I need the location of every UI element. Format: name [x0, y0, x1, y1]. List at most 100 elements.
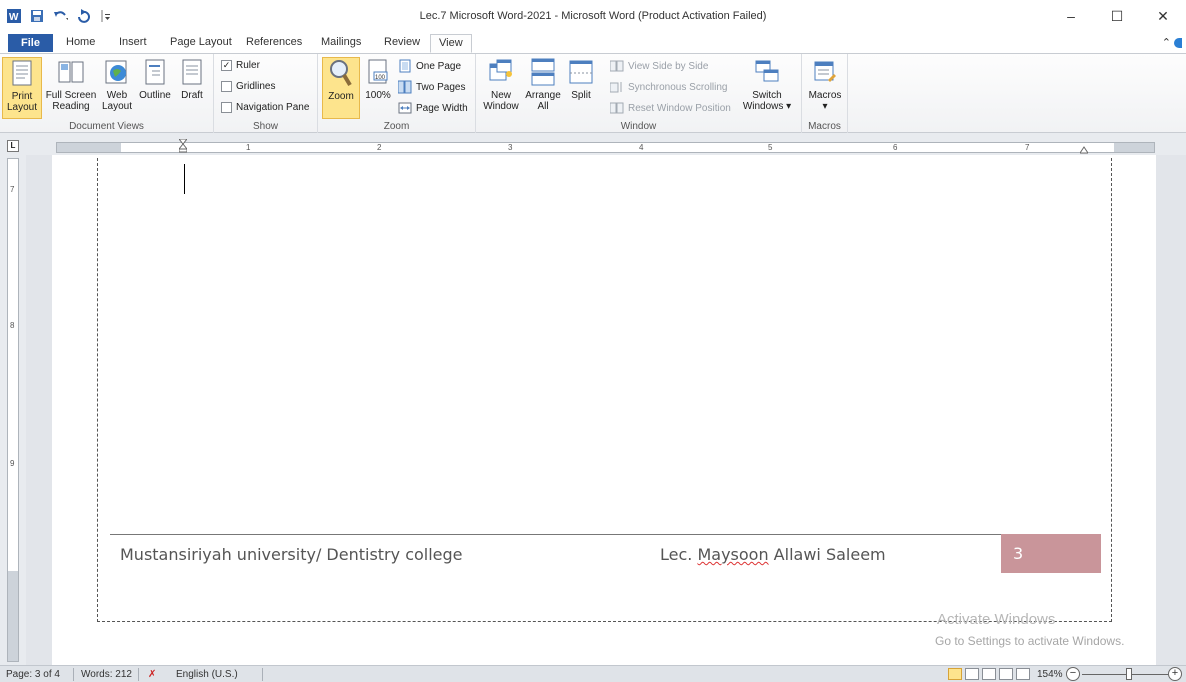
ruler-number: 1	[246, 143, 251, 152]
web-layout-button[interactable]: Web Layout	[99, 57, 135, 112]
word-count-status[interactable]: Words: 212	[81, 669, 132, 680]
zoom-button[interactable]: Zoom	[322, 57, 360, 119]
close-button[interactable]: ✕	[1140, 0, 1186, 32]
macros-icon	[810, 57, 840, 87]
gridlines-checkbox[interactable]: Gridlines	[221, 81, 275, 92]
window-controls: – ☐ ✕	[1048, 0, 1186, 32]
ruler-check-mark: ✓	[221, 60, 232, 71]
proofing-error-icon[interactable]: ✗	[148, 669, 156, 680]
indent-marker-icon[interactable]	[177, 138, 189, 153]
right-indent-icon[interactable]	[1079, 145, 1089, 154]
zoom-100-button[interactable]: 100 100%	[362, 57, 394, 101]
navigation-pane-check-box	[221, 102, 232, 113]
vertical-ruler[interactable]: 7 8 9	[7, 158, 19, 662]
maximize-button[interactable]: ☐	[1094, 0, 1140, 32]
outline-view-icon[interactable]	[999, 668, 1013, 680]
status-separator	[262, 668, 263, 681]
full-screen-view-icon[interactable]	[965, 668, 979, 680]
reset-window-position-button[interactable]: Reset Window Position	[610, 102, 731, 114]
split-label: Split	[571, 90, 591, 101]
ruler-label: Ruler	[236, 60, 260, 71]
web-layout-label-1: Web	[106, 90, 128, 101]
footer-institution-text[interactable]: Mustansiriyah university/ Dentistry coll…	[120, 545, 463, 564]
view-side-by-side-button[interactable]: View Side by Side	[610, 60, 708, 72]
web-layout-view-icon[interactable]	[982, 668, 996, 680]
ruler-number: 3	[508, 143, 513, 152]
footer-lecturer-suffix: Allawi Saleem	[768, 545, 886, 564]
tab-file[interactable]: File	[8, 34, 53, 52]
tab-review[interactable]: Review	[384, 36, 420, 48]
one-page-label: One Page	[416, 60, 462, 72]
text-cursor	[184, 164, 185, 194]
full-screen-reading-button[interactable]: Full Screen Reading	[45, 57, 97, 112]
footer-lecturer-text[interactable]: Lec. Maysoon Allawi Saleem	[660, 545, 886, 564]
outline-icon	[140, 57, 170, 87]
new-window-button[interactable]: New Window	[480, 57, 522, 112]
arrange-all-button[interactable]: Arrange All	[522, 57, 564, 112]
document-views-group-label: Document Views	[69, 121, 144, 132]
switch-windows-label-2: Windows ▾	[742, 101, 792, 112]
tab-references[interactable]: References	[246, 36, 302, 48]
status-separator	[138, 668, 139, 681]
two-pages-button[interactable]: Two Pages	[398, 80, 465, 94]
page-count-status[interactable]: Page: 3 of 4	[6, 669, 60, 680]
print-layout-icon	[7, 58, 37, 88]
print-layout-button[interactable]: Print Layout	[2, 57, 42, 119]
zoom-100-icon: 100	[363, 57, 393, 87]
title-bar: W Lec.7 Microsoft Word-2021 - Microsoft …	[0, 0, 1186, 32]
tab-view[interactable]: View	[430, 34, 472, 53]
group-macros: Macros ▾ Macros	[802, 54, 848, 133]
zoom-level[interactable]: 154%	[1037, 669, 1063, 680]
two-pages-label: Two Pages	[416, 81, 466, 93]
tab-insert[interactable]: Insert	[119, 36, 147, 48]
zoom-slider-thumb[interactable]	[1126, 668, 1132, 680]
view-side-by-side-icon	[610, 60, 624, 72]
arrange-all-icon	[528, 57, 558, 87]
navigation-pane-checkbox[interactable]: Navigation Pane	[221, 102, 309, 113]
show-group-label: Show	[252, 121, 278, 132]
full-screen-label-1: Full Screen	[45, 90, 97, 101]
window-title: Lec.7 Microsoft Word-2021 - Microsoft Wo…	[419, 10, 767, 22]
tab-page-layout[interactable]: Page Layout	[170, 36, 232, 48]
macros-label: Macros	[808, 90, 842, 101]
ribbon-minimize-icon[interactable]: ⌃	[1162, 36, 1182, 49]
page-width-icon	[398, 102, 412, 114]
macros-button[interactable]: Macros ▾	[806, 57, 844, 112]
horizontal-ruler[interactable]: 1 2 3 4 5 6 7	[56, 138, 1155, 154]
status-bar: Page: 3 of 4 Words: 212 ✗ English (U.S.)…	[0, 665, 1186, 682]
switch-windows-label-1: Switch	[752, 90, 782, 101]
zoom-in-icon[interactable]: +	[1168, 667, 1182, 681]
activate-windows-title: Activate Windows	[937, 611, 1056, 628]
draft-view-icon[interactable]	[1016, 668, 1030, 680]
minimize-button[interactable]: –	[1048, 0, 1094, 32]
vertical-ruler-number: 7	[10, 185, 15, 194]
one-page-button[interactable]: One Page	[398, 59, 461, 73]
switch-windows-button[interactable]: Switch Windows ▾	[742, 57, 792, 112]
print-layout-view-icon[interactable]	[948, 668, 962, 680]
ruler-checkbox[interactable]: ✓ Ruler	[221, 60, 260, 71]
tab-mailings[interactable]: Mailings	[321, 36, 361, 48]
group-document-views: Print Layout Full Screen Reading Web Lay…	[0, 54, 214, 133]
activate-windows-subtitle: Go to Settings to activate Windows.	[935, 634, 1125, 648]
reset-window-icon	[610, 102, 624, 114]
arrange-all-label-2: All	[537, 101, 549, 112]
switch-windows-icon	[752, 57, 782, 87]
ruler-number: 5	[768, 143, 773, 152]
page-width-button[interactable]: Page Width	[398, 101, 468, 115]
split-button[interactable]: Split	[564, 57, 598, 101]
gridlines-check-box	[221, 81, 232, 92]
web-layout-label-2: Layout	[101, 101, 133, 112]
group-zoom: Zoom 100 100% One Page Two Pages Page Wi…	[318, 54, 476, 133]
bottom-margin-shade	[8, 571, 18, 661]
outline-button[interactable]: Outline	[135, 57, 175, 101]
ribbon: Print Layout Full Screen Reading Web Lay…	[0, 54, 1186, 133]
tab-selector[interactable]: L	[7, 140, 19, 152]
draft-button[interactable]: Draft	[175, 57, 209, 101]
tab-home[interactable]: Home	[66, 36, 95, 48]
language-status[interactable]: English (U.S.)	[176, 669, 238, 680]
draft-icon	[177, 57, 207, 87]
zoom-out-icon[interactable]: −	[1066, 667, 1080, 681]
synchronous-scrolling-button[interactable]: Synchronous Scrolling	[610, 81, 728, 93]
zoom-slider[interactable]	[1082, 674, 1168, 675]
footer-lecturer-misspelled: Maysoon	[697, 545, 769, 564]
